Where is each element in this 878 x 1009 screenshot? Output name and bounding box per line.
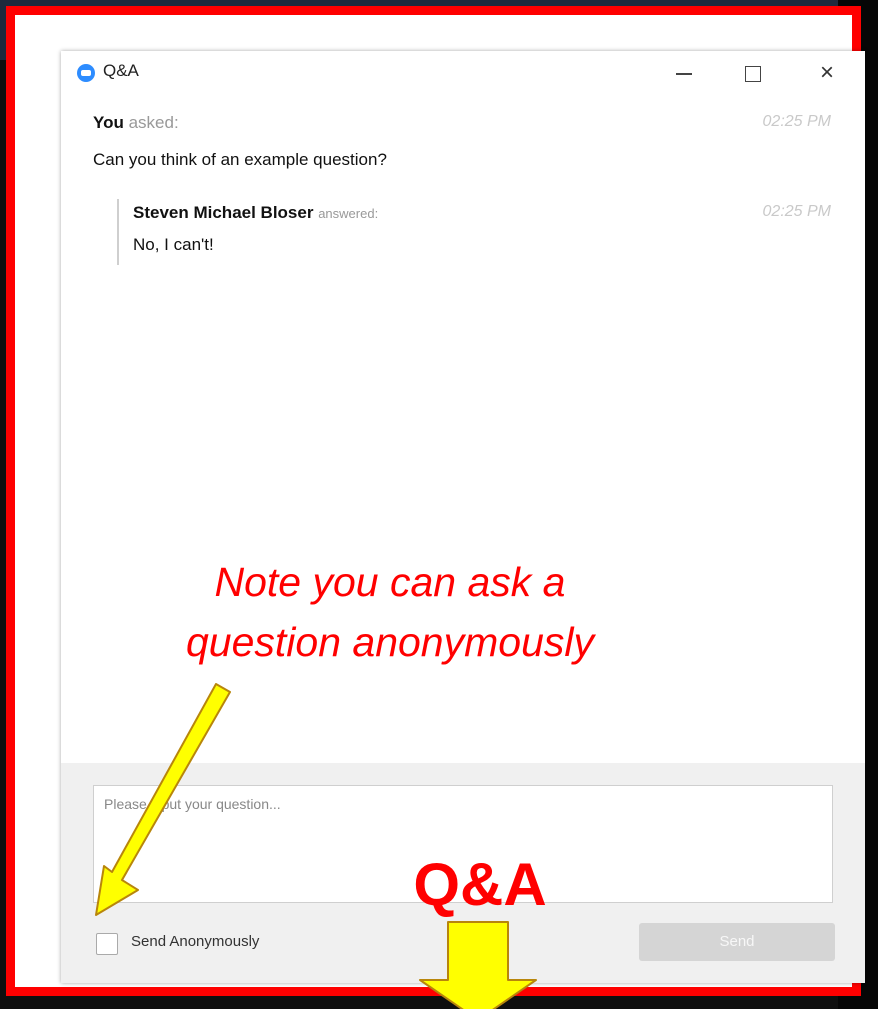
annotation-qa-label: Q&A — [413, 851, 547, 918]
down-arrow — [419, 921, 537, 1009]
diagonal-arrow — [95, 683, 231, 916]
